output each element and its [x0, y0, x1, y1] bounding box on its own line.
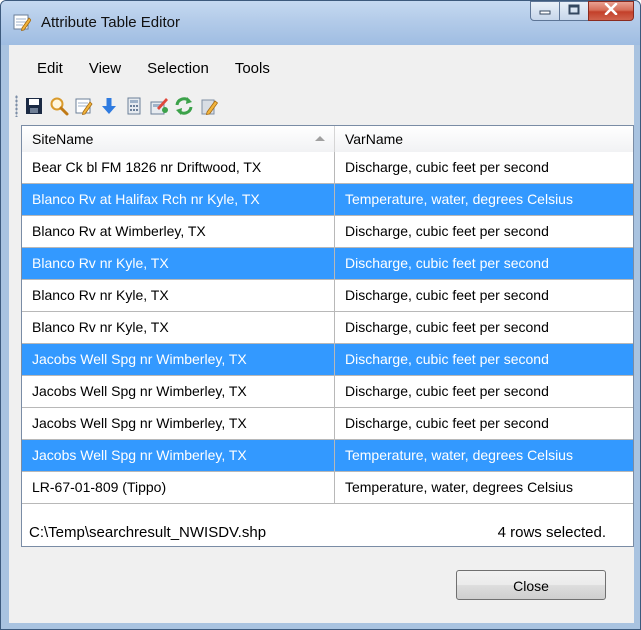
clear-selection-icon [198, 99, 220, 121]
minimize-button[interactable] [530, 1, 560, 21]
table-row[interactable]: Bear Ck bl FM 1826 nr Driftwood, TX Disch… [22, 152, 633, 184]
cell-varname[interactable]: Discharge, cubic feet per second [335, 376, 633, 407]
save-icon [23, 98, 45, 121]
calculator-button[interactable] [123, 95, 145, 117]
minimize-icon [539, 2, 551, 20]
table-row[interactable]: Jacobs Well Spg nr Wimberley, TX Discharg… [22, 376, 633, 408]
cell-sitename[interactable]: Jacobs Well Spg nr Wimberley, TX [22, 376, 335, 407]
menu-bar: Edit View Selection Tools [9, 45, 634, 91]
client-area: Edit View Selection Tools SiteName VarNa… [9, 45, 634, 623]
cell-sitename[interactable]: Blanco Rv at Halifax Rch nr Kyle, TX [22, 184, 335, 215]
maximize-icon [568, 2, 580, 20]
file-path-label: C:\Temp\searchresult_NWISDV.shp [29, 524, 267, 541]
attribute-table-editor-window: Attribute Table Editor Edit View Selecti… [0, 0, 641, 630]
table-row[interactable]: Blanco Rv nr Kyle, TX Discharge, cubic fe… [22, 280, 633, 312]
maximize-button[interactable] [559, 1, 589, 21]
save-button[interactable] [23, 95, 45, 117]
cell-sitename[interactable]: Blanco Rv nr Kyle, TX [22, 312, 335, 343]
menu-view[interactable]: View [76, 45, 134, 91]
refresh-icon [173, 97, 195, 121]
cell-varname[interactable]: Temperature, water, degrees Celsius [335, 440, 633, 471]
cell-varname[interactable]: Discharge, cubic feet per second [335, 344, 633, 375]
menu-selection[interactable]: Selection [134, 45, 222, 91]
column-header-sitename[interactable]: SiteName [22, 126, 335, 152]
caption-buttons [530, 1, 634, 23]
cell-sitename[interactable]: Blanco Rv nr Kyle, TX [22, 280, 335, 311]
toolbar-grip[interactable] [15, 95, 18, 117]
cell-sitename[interactable]: LR-67-01-809 (Tippo) [22, 472, 335, 503]
find-button[interactable] [48, 95, 70, 117]
cell-varname[interactable]: Discharge, cubic feet per second [335, 248, 633, 279]
selection-count-label: 4 rows selected. [497, 524, 606, 541]
down-arrow-icon [98, 98, 120, 121]
cell-varname[interactable]: Discharge, cubic feet per second [335, 312, 633, 343]
menu-tools[interactable]: Tools [222, 45, 283, 91]
app-icon [13, 13, 32, 32]
magnifier-icon [48, 97, 70, 121]
column-header-label: VarName [344, 131, 404, 147]
move-down-button[interactable] [98, 95, 120, 117]
clear-selection-button[interactable] [198, 95, 220, 117]
sort-ascending-icon [314, 136, 325, 141]
menu-edit[interactable]: Edit [9, 45, 76, 91]
cell-varname[interactable]: Discharge, cubic feet per second [335, 408, 633, 439]
close-window-button[interactable] [588, 1, 634, 21]
toolbar [9, 91, 634, 121]
table-row[interactable]: Jacobs Well Spg nr Wimberley, TX Discharg… [22, 408, 633, 440]
table-row[interactable]: LR-67-01-809 (Tippo) Temperature, water, … [22, 472, 633, 504]
grid-header: SiteName VarName [22, 126, 633, 153]
close-button[interactable]: Close [456, 570, 606, 600]
table-row[interactable]: Blanco Rv at Wimberley, TX Discharge, cub… [22, 216, 633, 248]
cell-sitename[interactable]: Blanco Rv at Wimberley, TX [22, 216, 335, 247]
cell-varname[interactable]: Discharge, cubic feet per second [335, 280, 633, 311]
cell-sitename[interactable]: Blanco Rv nr Kyle, TX [22, 248, 335, 279]
grid-rows: Bear Ck bl FM 1826 nr Driftwood, TX Disch… [22, 152, 633, 504]
window-title: Attribute Table Editor [41, 14, 180, 31]
calculator-icon [123, 97, 145, 121]
table-row[interactable]: Jacobs Well Spg nr Wimberley, TX Temperat… [22, 440, 633, 472]
cell-sitename[interactable]: Jacobs Well Spg nr Wimberley, TX [22, 440, 335, 471]
cell-varname[interactable]: Temperature, water, degrees Celsius [335, 472, 633, 503]
table-row[interactable]: Jacobs Well Spg nr Wimberley, TX Discharg… [22, 344, 633, 376]
column-header-varname[interactable]: VarName [335, 126, 633, 152]
cell-varname[interactable]: Discharge, cubic feet per second [335, 152, 633, 183]
column-header-label: SiteName [32, 131, 94, 147]
field-calculator-icon [148, 98, 170, 121]
attribute-grid[interactable]: SiteName VarName Bear Ck bl FM 1826 nr D… [21, 125, 634, 547]
table-row[interactable]: Blanco Rv nr Kyle, TX Discharge, cubic fe… [22, 312, 633, 344]
cell-sitename[interactable]: Jacobs Well Spg nr Wimberley, TX [22, 344, 335, 375]
title-bar[interactable]: Attribute Table Editor [1, 1, 640, 45]
field-calculator-button[interactable] [148, 95, 170, 117]
close-icon [604, 2, 618, 20]
table-row[interactable]: Blanco Rv at Halifax Rch nr Kyle, TX Temp… [22, 184, 633, 216]
cell-sitename[interactable]: Bear Ck bl FM 1826 nr Driftwood, TX [22, 152, 335, 183]
edit-table-icon [73, 98, 95, 121]
cell-sitename[interactable]: Jacobs Well Spg nr Wimberley, TX [22, 408, 335, 439]
cell-varname[interactable]: Temperature, water, degrees Celsius [335, 184, 633, 215]
table-row[interactable]: Blanco Rv nr Kyle, TX Discharge, cubic fe… [22, 248, 633, 280]
refresh-button[interactable] [173, 95, 195, 117]
cell-varname[interactable]: Discharge, cubic feet per second [335, 216, 633, 247]
edit-table-button[interactable] [73, 95, 95, 117]
